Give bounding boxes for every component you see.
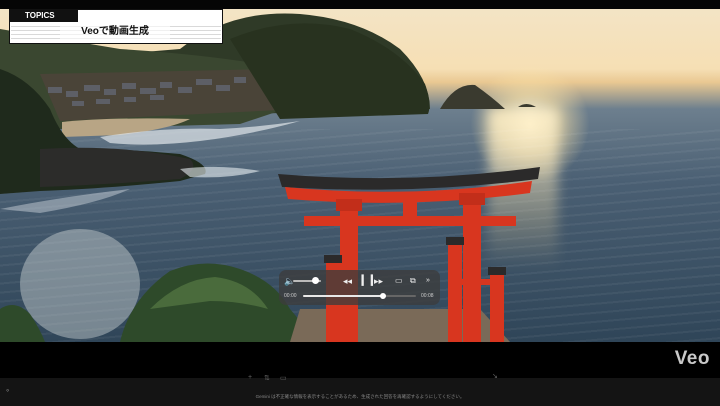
top-bar (0, 0, 720, 9)
veo-watermark: Veo (674, 348, 710, 369)
volume-knob[interactable] (312, 277, 320, 284)
canvas-icon[interactable]: ▭ (280, 374, 287, 382)
time-current: 00:00 (284, 293, 297, 299)
disclaimer-text: Gemini は不正確な情報を表示することがあるため、生成された回答を再確認する… (255, 394, 465, 399)
seek-progress (303, 295, 384, 297)
input-toolbar: + ⇅ ▭ ↘ (240, 372, 515, 386)
topics-tag: TOPICS (9, 9, 78, 22)
topics-title: Veoで動画生成 (60, 24, 170, 40)
seek-knob[interactable] (380, 293, 387, 299)
airplay-icon[interactable]: ▭ (395, 276, 403, 286)
seek-bar[interactable] (303, 295, 416, 297)
add-icon[interactable]: + (248, 374, 252, 381)
video-frame[interactable]: 🔈 ◂◂ ❙❙ ▸▸ ▭ ⧉ » 00:00 00:08 (0, 9, 720, 342)
time-total: 00:08 (421, 293, 434, 299)
more-icon[interactable]: » (426, 276, 430, 286)
pip-icon[interactable]: ⧉ (410, 276, 416, 286)
rewind-icon[interactable]: ◂◂ (343, 276, 352, 286)
video-player-controls[interactable]: 🔈 ◂◂ ❙❙ ▸▸ ▭ ⧉ » 00:00 00:08 (279, 270, 440, 305)
settings-icon[interactable]: ◦ (6, 385, 15, 395)
tools-icon[interactable]: ⇅ (264, 374, 270, 382)
mic-icon[interactable]: ↘ (492, 372, 498, 380)
forward-icon[interactable]: ▸▸ (374, 276, 383, 286)
